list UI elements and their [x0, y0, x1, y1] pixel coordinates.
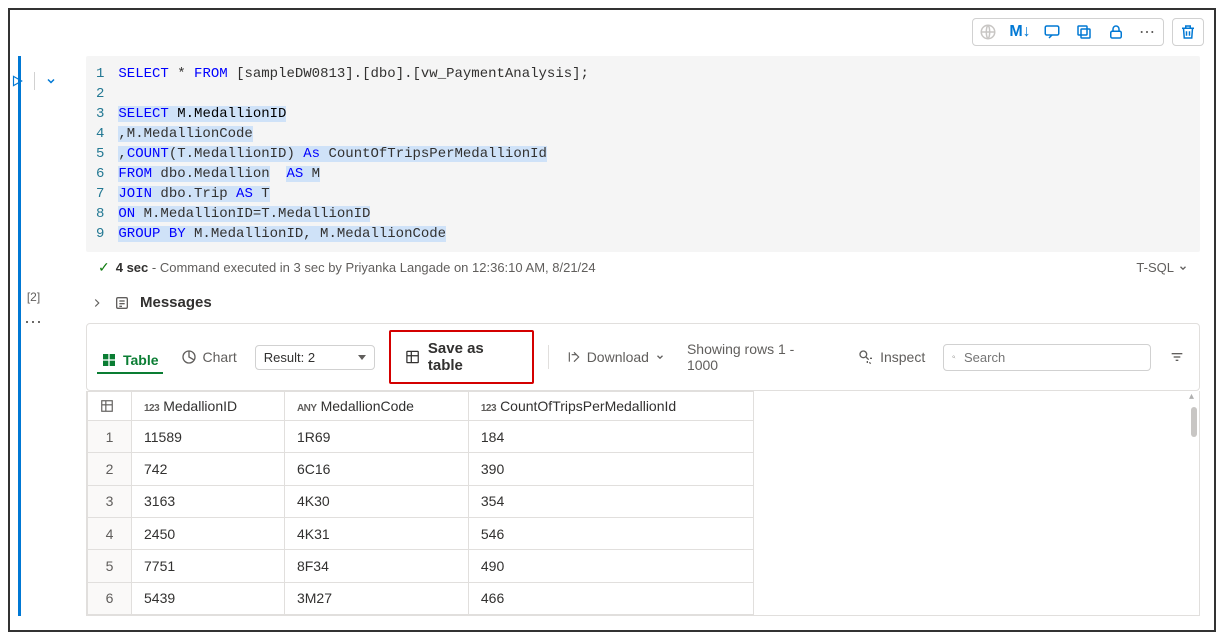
top-right-toolbar: M↓ ⋯: [972, 18, 1204, 46]
download-button[interactable]: Download: [563, 345, 669, 369]
messages-icon: [114, 295, 130, 311]
table-row[interactable]: 577518F34490: [88, 550, 754, 582]
corner-cell[interactable]: [88, 392, 132, 421]
save-as-table-button[interactable]: Save as table: [389, 330, 534, 384]
run-cell-button[interactable]: [10, 74, 24, 88]
rows-showing-label: Showing rows 1 - 1000: [683, 337, 826, 377]
messages-header[interactable]: Messages: [86, 282, 1200, 323]
lock-icon[interactable]: [1107, 23, 1125, 41]
cell-index-label: [2]: [27, 290, 40, 304]
results-table: 123MedallionID ANYMedallionCode 123Count…: [87, 391, 754, 615]
divider: [34, 72, 35, 90]
results-toolbar: Table Chart Result: 2 Save as table Down…: [86, 323, 1200, 391]
col-header-medallionid[interactable]: 123MedallionID: [132, 392, 285, 421]
markdown-icon[interactable]: M↓: [1011, 23, 1029, 41]
cell-sidebar: [2] ⋯: [18, 56, 46, 616]
table-row[interactable]: 331634K30354: [88, 485, 754, 517]
results-table-container: 123MedallionID ANYMedallionCode 123Count…: [86, 391, 1200, 616]
table-row[interactable]: 424504K31546: [88, 517, 754, 549]
language-selector[interactable]: T-SQL: [1136, 260, 1188, 275]
comment-icon[interactable]: [1043, 23, 1061, 41]
code-text[interactable]: SELECT * FROM [sampleDW0813].[dbo].[vw_P…: [118, 64, 1200, 244]
table-header-row: 123MedallionID ANYMedallionCode 123Count…: [88, 392, 754, 421]
filter-icon[interactable]: [1165, 345, 1189, 369]
inspect-button[interactable]: Inspect: [854, 345, 929, 369]
expand-chevron-icon[interactable]: [90, 296, 104, 310]
sql-editor[interactable]: 123456789 SELECT * FROM [sampleDW0813].[…: [86, 56, 1200, 252]
view-table-tab[interactable]: Table: [97, 348, 163, 374]
more-icon[interactable]: ⋯: [1139, 23, 1157, 41]
table-body: 1115891R69184 27426C16390 331634K30354 4…: [88, 421, 754, 615]
status-bar: ✓ 4 sec - Command executed in 3 sec by P…: [86, 252, 1200, 282]
line-number-gutter: 123456789: [86, 64, 118, 244]
messages-title: Messages: [140, 294, 212, 311]
table-row[interactable]: 1115891R69184: [88, 421, 754, 453]
run-options-chevron[interactable]: [45, 75, 57, 87]
cell-action-group: M↓ ⋯: [972, 18, 1164, 46]
table-row[interactable]: 27426C16390: [88, 453, 754, 485]
cell-content: 123456789 SELECT * FROM [sampleDW0813].[…: [86, 56, 1200, 616]
exec-time: 4 sec: [116, 260, 149, 275]
copy-icon[interactable]: [1075, 23, 1093, 41]
globe-icon[interactable]: [979, 23, 997, 41]
result-select[interactable]: Result: 2: [255, 345, 375, 370]
delete-cell-button[interactable]: [1172, 18, 1204, 46]
main-content-row: [2] ⋯ 123456789 SELECT * FROM [sampleDW0…: [18, 56, 1206, 616]
separator: [548, 345, 549, 369]
table-row[interactable]: 654393M27466: [88, 582, 754, 614]
view-chart-tab[interactable]: Chart: [177, 345, 241, 369]
col-header-medallioncode[interactable]: ANYMedallionCode: [284, 392, 468, 421]
app-frame: M↓ ⋯: [8, 8, 1216, 632]
scrollbar[interactable]: [1189, 391, 1199, 615]
search-box[interactable]: [943, 344, 1151, 371]
cell-more-icon[interactable]: ⋯: [24, 312, 43, 333]
search-input[interactable]: [962, 349, 1142, 366]
exec-message: - Command executed in 3 sec by Priyanka …: [148, 260, 595, 275]
success-check-icon: ✓: [98, 259, 110, 276]
col-header-countoftrips[interactable]: 123CountOfTripsPerMedallionId: [468, 392, 753, 421]
